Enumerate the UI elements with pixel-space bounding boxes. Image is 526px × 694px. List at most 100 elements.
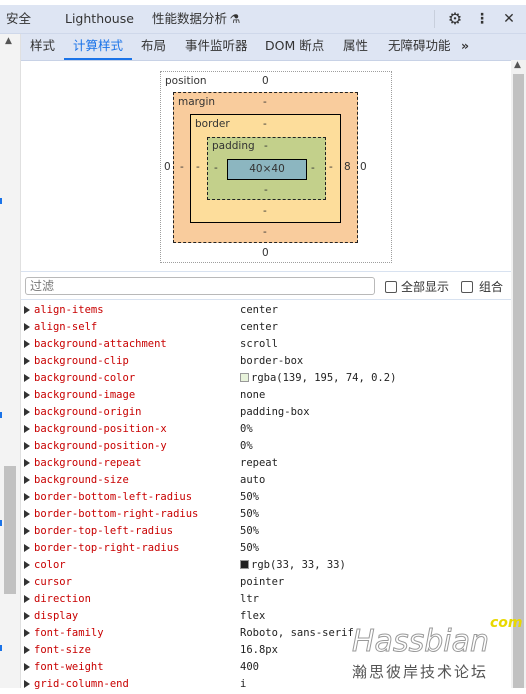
- group-checkbox[interactable]: [461, 281, 473, 293]
- right-scrollbar-thumb[interactable]: [513, 74, 524, 688]
- show-all-checkbox[interactable]: [385, 281, 397, 293]
- position-left-value[interactable]: 0: [164, 161, 171, 173]
- tab-layout[interactable]: 布局: [141, 34, 166, 58]
- margin-right-value[interactable]: 8: [344, 161, 351, 173]
- margin-top-value[interactable]: -: [263, 96, 267, 108]
- tab-accessibility[interactable]: 无障碍功能: [388, 34, 451, 58]
- property-name: color: [34, 559, 66, 571]
- tab-dom-breakpoints[interactable]: DOM 断点: [265, 34, 324, 58]
- expand-triangle-icon[interactable]: [24, 646, 30, 654]
- computed-property-row[interactable]: background-position-y 0%: [21, 439, 511, 456]
- close-icon[interactable]: ✕: [502, 5, 516, 33]
- computed-property-row[interactable]: border-top-left-radius 50%: [21, 524, 511, 541]
- computed-property-row[interactable]: background-clip border-box: [21, 354, 511, 371]
- computed-property-row[interactable]: cursor pointer: [21, 575, 511, 592]
- tab-computed[interactable]: 计算样式: [63, 34, 133, 60]
- tab-performance-insights[interactable]: 性能数据分析: [152, 5, 227, 33]
- expand-triangle-icon[interactable]: [24, 595, 30, 603]
- gear-icon[interactable]: ⚙: [446, 5, 464, 33]
- property-value-text: 50%: [240, 491, 259, 503]
- position-top-value[interactable]: 0: [262, 75, 269, 87]
- position-bottom-value[interactable]: 0: [262, 247, 269, 259]
- more-tabs-chevron-icon[interactable]: »: [461, 34, 469, 58]
- box-model-content-size[interactable]: 40×40: [227, 159, 307, 180]
- expand-triangle-icon[interactable]: [24, 442, 30, 450]
- expand-triangle-icon[interactable]: [24, 527, 30, 535]
- computed-property-row[interactable]: background-repeat repeat: [21, 456, 511, 473]
- expand-triangle-icon[interactable]: [24, 323, 30, 331]
- padding-right-value[interactable]: -: [311, 162, 315, 174]
- property-value-text: scroll: [240, 338, 278, 350]
- tab-lighthouse[interactable]: Lighthouse: [65, 5, 134, 33]
- expand-triangle-icon[interactable]: [24, 612, 30, 620]
- scroll-up-arrow-icon[interactable]: ▲: [514, 60, 521, 70]
- computed-property-row[interactable]: direction ltr: [21, 592, 511, 609]
- property-name: background-image: [34, 389, 136, 401]
- border-top-value[interactable]: -: [263, 118, 267, 130]
- computed-property-row[interactable]: background-attachment scroll: [21, 337, 511, 354]
- expand-triangle-icon[interactable]: [24, 374, 30, 382]
- expand-triangle-icon[interactable]: [24, 391, 30, 399]
- expand-triangle-icon[interactable]: [24, 306, 30, 314]
- filter-input[interactable]: [25, 277, 375, 295]
- property-value: 50%: [240, 491, 259, 503]
- padding-bottom-value[interactable]: -: [264, 184, 268, 196]
- tab-event-listeners[interactable]: 事件监听器: [185, 34, 248, 58]
- color-swatch-icon[interactable]: [240, 560, 249, 569]
- expand-triangle-icon[interactable]: [24, 357, 30, 365]
- tab-security[interactable]: 安全: [6, 5, 31, 33]
- expand-triangle-icon[interactable]: [24, 340, 30, 348]
- color-swatch-icon[interactable]: [240, 373, 249, 382]
- padding-top-value[interactable]: -: [264, 140, 268, 152]
- property-value-text: 0%: [240, 423, 253, 435]
- expand-triangle-icon[interactable]: [24, 578, 30, 586]
- expand-triangle-icon[interactable]: [24, 663, 30, 671]
- computed-property-row[interactable]: background-origin padding-box: [21, 405, 511, 422]
- computed-property-row[interactable]: border-top-right-radius 50%: [21, 541, 511, 558]
- left-scrollbar-thumb[interactable]: [4, 466, 16, 594]
- computed-property-row[interactable]: border-bottom-left-radius 50%: [21, 490, 511, 507]
- border-bottom-value[interactable]: -: [263, 205, 267, 217]
- expand-triangle-icon[interactable]: [24, 544, 30, 552]
- property-value: flex: [240, 610, 265, 622]
- expand-triangle-icon[interactable]: [24, 476, 30, 484]
- expand-triangle-icon[interactable]: [24, 425, 30, 433]
- computed-property-row[interactable]: border-bottom-right-radius 50%: [21, 507, 511, 524]
- border-label: border: [195, 118, 230, 130]
- property-value-text: center: [240, 321, 278, 333]
- more-options-icon[interactable]: ⋮: [475, 5, 489, 33]
- computed-property-row[interactable]: align-items center: [21, 303, 511, 320]
- tab-styles[interactable]: 样式: [30, 34, 55, 58]
- watermark-subtitle: 瀚思彼岸技术论坛: [352, 663, 489, 681]
- expand-triangle-icon[interactable]: [24, 680, 30, 688]
- border-right-value[interactable]: -: [329, 161, 333, 173]
- expand-triangle-icon[interactable]: [24, 561, 30, 569]
- expand-triangle-icon[interactable]: [24, 510, 30, 518]
- scroll-up-arrow-icon[interactable]: ▲: [5, 36, 12, 46]
- toolbar-divider: [434, 10, 435, 28]
- computed-property-row[interactable]: background-size auto: [21, 473, 511, 490]
- expand-triangle-icon[interactable]: [24, 408, 30, 416]
- property-name: direction: [34, 593, 91, 605]
- computed-property-row[interactable]: background-position-x 0%: [21, 422, 511, 439]
- left-scrollbar[interactable]: ▲: [0, 34, 21, 688]
- border-left-value[interactable]: -: [196, 161, 200, 173]
- computed-property-row[interactable]: background-image none: [21, 388, 511, 405]
- expand-triangle-icon[interactable]: [24, 493, 30, 501]
- property-value-text: center: [240, 304, 278, 316]
- padding-left-value[interactable]: -: [214, 162, 218, 174]
- margin-bottom-value[interactable]: -: [263, 226, 267, 238]
- margin-left-value[interactable]: -: [180, 161, 184, 173]
- right-scrollbar[interactable]: ▲: [511, 60, 526, 688]
- computed-property-row[interactable]: background-color rgba(139, 195, 74, 0.2): [21, 371, 511, 388]
- property-name: background-size: [34, 474, 129, 486]
- tab-properties[interactable]: 属性: [343, 34, 368, 58]
- property-value: rgba(139, 195, 74, 0.2): [240, 372, 396, 384]
- expand-triangle-icon[interactable]: [24, 629, 30, 637]
- property-value: 16.8px: [240, 644, 278, 656]
- position-right-value[interactable]: 0: [360, 161, 367, 173]
- computed-property-row[interactable]: align-self center: [21, 320, 511, 337]
- computed-property-row[interactable]: color rgb(33, 33, 33): [21, 558, 511, 575]
- expand-triangle-icon[interactable]: [24, 459, 30, 467]
- property-value-text: Roboto, sans-serif: [240, 627, 354, 639]
